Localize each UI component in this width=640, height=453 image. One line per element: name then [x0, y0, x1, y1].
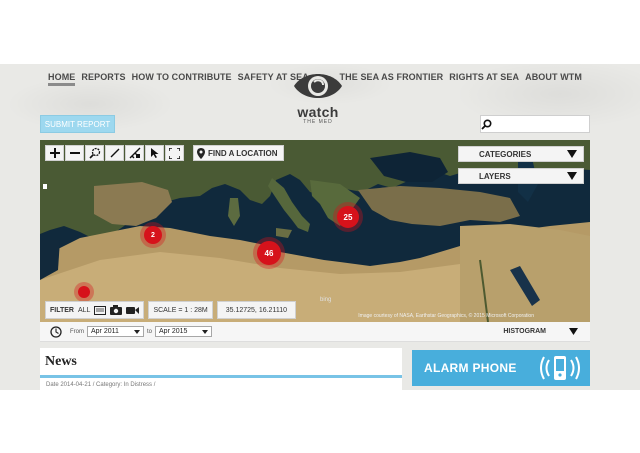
zoom-in-icon[interactable]: [45, 145, 64, 161]
clock-icon: [50, 325, 62, 338]
scale-readout: SCALE = 1 : 28M: [148, 301, 213, 319]
nav-sea-as-frontier[interactable]: THE SEA AS FRONTIER: [340, 72, 444, 82]
nav-home[interactable]: HOME: [48, 72, 76, 86]
report-cluster[interactable]: 46: [257, 241, 281, 265]
eye-logo-icon: [294, 74, 342, 98]
nav-rights-at-sea[interactable]: RIGHTS AT SEA: [449, 72, 519, 82]
bing-logo: bing: [320, 297, 332, 303]
main-nav-right: THE SEA AS FRONTIER RIGHTS AT SEA ABOUT …: [340, 72, 582, 82]
map-filter-bar: FILTER ALL SCALE = 1 : 28M 35.12725, 16.…: [45, 301, 296, 319]
find-location-label: FIND A LOCATION: [208, 148, 278, 158]
categories-dropdown[interactable]: CATEGORIES: [458, 146, 584, 162]
find-location-button[interactable]: FIND A LOCATION: [193, 145, 285, 161]
to-label: to: [147, 328, 153, 335]
nav-about-wtm[interactable]: ABOUT WTM: [525, 72, 582, 82]
map-side-marker: [43, 184, 47, 189]
categories-label: CATEGORIES: [479, 149, 532, 159]
search-icon[interactable]: [481, 116, 492, 132]
measure-area-icon[interactable]: [125, 145, 144, 161]
news-heading: News: [45, 354, 77, 369]
pointer-icon[interactable]: [145, 145, 164, 161]
filter-box: FILTER ALL: [45, 301, 145, 319]
from-date-select[interactable]: Apr 2011: [87, 326, 144, 337]
coordinate-readout: 35.12725, 16.21110: [216, 301, 296, 319]
chevron-down-icon[interactable]: [569, 328, 578, 335]
from-label: From: [70, 328, 84, 335]
chevron-down-icon: [567, 172, 577, 180]
nav-how-to-contribute[interactable]: HOW TO CONTRIBUTE: [132, 72, 232, 86]
document-filter-icon[interactable]: [94, 305, 107, 315]
site-logo[interactable]: watch THE MED: [290, 68, 346, 125]
alarm-phone-label: ALARM PHONE: [424, 361, 517, 375]
map-pin-icon: [197, 147, 205, 159]
zoom-box-icon[interactable]: [85, 145, 104, 161]
submit-report-button[interactable]: SUBMIT REPORT: [40, 115, 115, 133]
video-camera-icon[interactable]: [126, 306, 140, 315]
search-input[interactable]: [492, 117, 602, 131]
chevron-down-icon: [567, 150, 577, 158]
search-box[interactable]: [480, 115, 602, 133]
report-cluster[interactable]: 2: [144, 226, 162, 244]
alarm-phone-banner[interactable]: ALARM PHONE: [412, 350, 590, 386]
phone-alarm-icon: [540, 356, 580, 380]
news-item-meta: Date 2014-04-21 / Category: In Distress …: [46, 382, 156, 388]
page-frame: HOME REPORTS HOW TO CONTRIBUTE SAFETY AT…: [0, 64, 640, 390]
report-cluster[interactable]: [78, 286, 90, 298]
report-cluster[interactable]: 25: [337, 206, 359, 228]
main-nav-left: HOME REPORTS HOW TO CONTRIBUTE SAFETY AT…: [48, 72, 309, 86]
zoom-out-icon[interactable]: [65, 145, 84, 161]
news-divider: [40, 375, 402, 378]
timeline-bar: From Apr 2011 to Apr 2015 HISTOGRAM: [40, 322, 590, 342]
layers-dropdown[interactable]: LAYERS: [458, 168, 584, 184]
camera-icon[interactable]: [110, 305, 123, 315]
measure-icon[interactable]: [105, 145, 124, 161]
nav-reports[interactable]: REPORTS: [81, 72, 125, 86]
logo-title: watch: [297, 104, 339, 120]
news-section: News Date 2014-04-21 / Category: In Dist…: [40, 348, 402, 390]
histogram-toggle[interactable]: HISTOGRAM: [503, 328, 546, 335]
fullscreen-icon[interactable]: [165, 145, 184, 161]
to-date-select[interactable]: Apr 2015: [155, 326, 213, 337]
filter-all[interactable]: ALL: [78, 307, 90, 314]
map-credit: Image courtesy of NASA, Earthstar Geogra…: [358, 313, 534, 319]
chevron-down-icon: [134, 329, 140, 334]
map-view[interactable]: FIND A LOCATION CATEGORIES LAYERS 25 2 4…: [40, 140, 590, 322]
filter-label: FILTER: [50, 306, 74, 314]
layers-label: LAYERS: [479, 171, 511, 181]
chevron-down-icon: [202, 329, 209, 334]
map-toolbar: [45, 145, 184, 161]
